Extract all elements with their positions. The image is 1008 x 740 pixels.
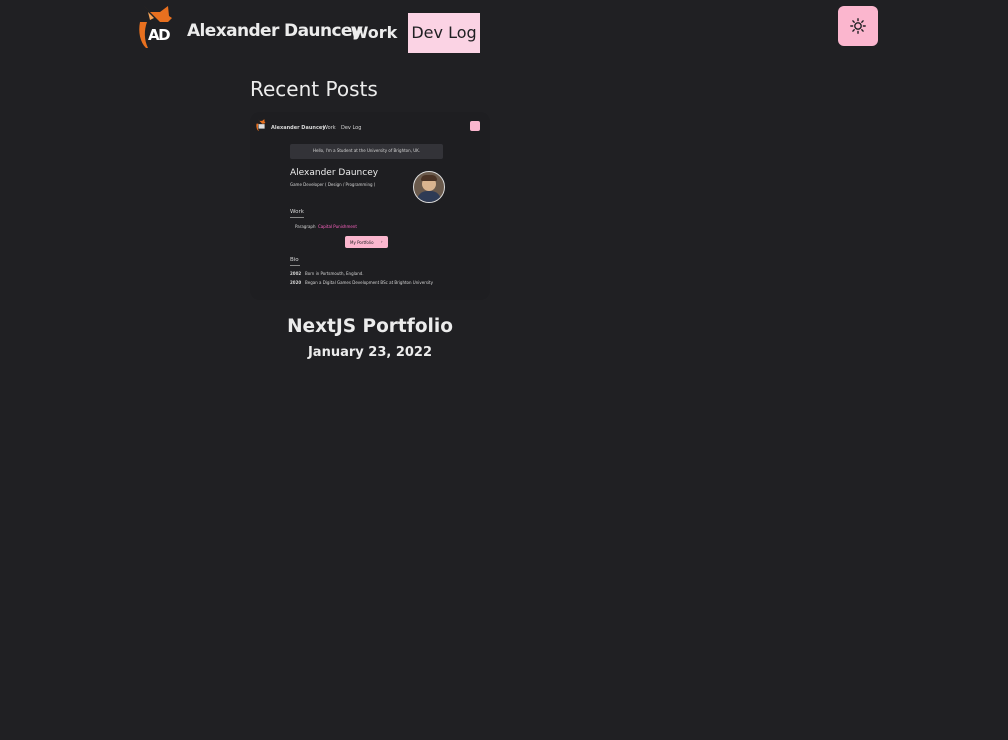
thumb-bio-year: 2020	[290, 280, 302, 285]
post-thumbnail[interactable]: Alexander Dauncey Work Dev Log Hello, I'…	[250, 112, 490, 300]
thumb-portfolio-button: My Portfolio ›	[345, 236, 388, 248]
navbar: AD Alexander Dauncey Work Dev Log	[0, 0, 1008, 60]
sun-icon	[850, 18, 866, 34]
fox-logo-icon[interactable]: AD	[138, 4, 174, 50]
thumb-theme-toggle	[470, 121, 480, 131]
thumb-avatar	[413, 171, 445, 203]
thumb-portfolio-label: My Portfolio	[350, 239, 374, 245]
thumb-nav-devlog: Dev Log	[341, 125, 362, 131]
nav-work-link[interactable]: Work	[347, 13, 401, 53]
thumb-bio-heading: Bio	[290, 257, 299, 263]
thumb-nav-work: Work	[323, 125, 336, 131]
thumb-work-paragraph: Paragraph	[295, 224, 316, 229]
site-title[interactable]: Alexander Dauncey	[187, 21, 363, 41]
thumb-role: Game Developer ( Design / Programming )	[290, 182, 376, 187]
thumb-site-title: Alexander Dauncey	[271, 125, 326, 131]
thumb-name: Alexander Dauncey	[290, 168, 379, 178]
post-title[interactable]: NextJS Portfolio	[250, 316, 490, 337]
thumb-work-heading: Work	[290, 209, 304, 215]
thumb-fox-logo-icon	[256, 119, 266, 131]
nav-devlog-link[interactable]: Dev Log	[408, 13, 480, 53]
post-date: January 23, 2022	[307, 345, 433, 360]
logo-text: AD	[148, 26, 170, 44]
theme-toggle-button[interactable]	[838, 6, 878, 46]
post-card[interactable]: Alexander Dauncey Work Dev Log Hello, I'…	[250, 112, 490, 360]
thumb-work-link: Capital Punishment	[318, 224, 357, 229]
thumb-chevron-right-icon: ›	[381, 239, 383, 244]
thumb-bio-text: Began a Digital Games Development BSc at…	[305, 280, 433, 285]
thumb-work-underline	[290, 217, 304, 218]
thumb-bio-underline	[290, 265, 300, 266]
thumb-hello-banner: Hello, I'm a Student at the University o…	[290, 144, 443, 159]
thumb-bio-text: Born in Portsmouth, England.	[305, 271, 364, 276]
recent-posts-heading: Recent Posts	[250, 77, 378, 101]
thumb-hello-text: Hello, I'm a Student at the University o…	[312, 148, 421, 153]
thumb-bio-year: 2002	[290, 271, 302, 276]
